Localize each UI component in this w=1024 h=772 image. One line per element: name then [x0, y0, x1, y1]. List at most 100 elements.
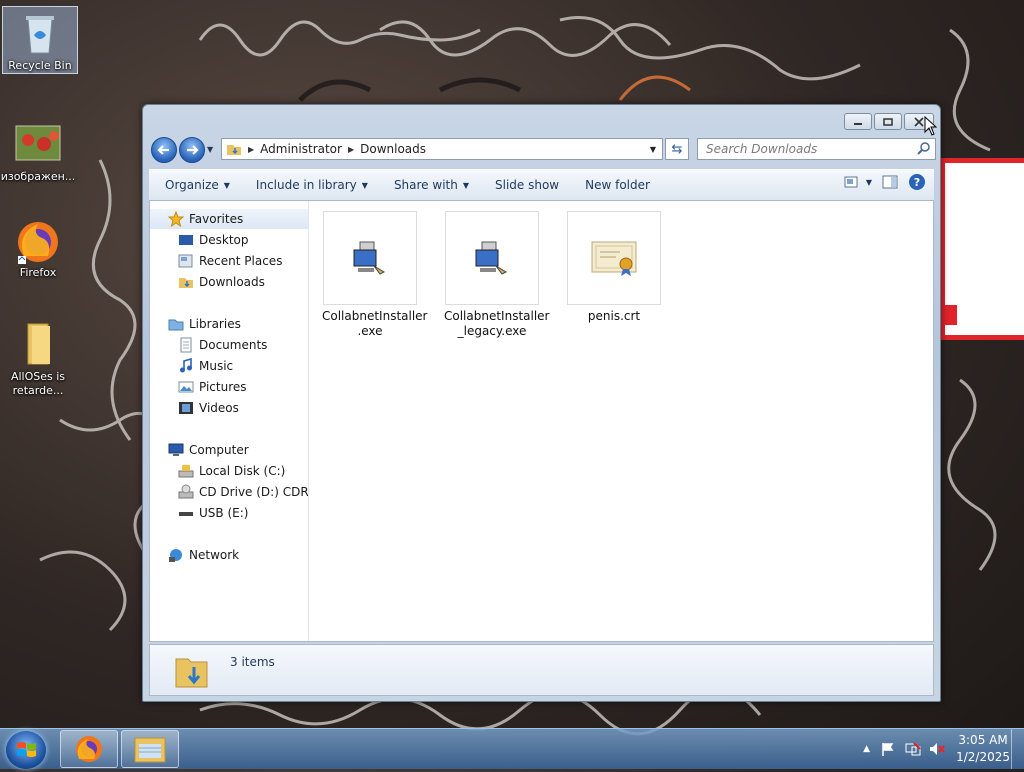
- maximize-icon: [883, 117, 893, 126]
- desktop-icon-image[interactable]: изображен...: [0, 116, 76, 184]
- network-tray-icon[interactable]: [904, 741, 922, 757]
- nav-cd-drive[interactable]: CD Drive (D:) CDROM: [150, 482, 308, 502]
- start-button[interactable]: [6, 731, 46, 769]
- nav-libraries[interactable]: Libraries: [150, 314, 241, 334]
- desktop-icon-label: Firefox: [19, 266, 57, 279]
- nav-libraries-label: Libraries: [189, 317, 241, 331]
- include-in-library-menu[interactable]: Include in library ▼: [246, 173, 378, 197]
- nav-recent-places[interactable]: Recent Places: [150, 251, 282, 271]
- nav-videos[interactable]: Videos: [150, 398, 239, 418]
- breadcrumb-administrator[interactable]: Administrator: [260, 142, 342, 156]
- nav-music-label: Music: [199, 359, 234, 373]
- close-icon: [914, 116, 924, 127]
- nav-computer[interactable]: Computer: [150, 440, 249, 460]
- nav-documents-label: Documents: [199, 338, 268, 352]
- nav-documents[interactable]: Documents: [150, 335, 267, 355]
- volume-muted-icon[interactable]: [928, 741, 946, 757]
- star-icon: [168, 211, 184, 227]
- recent-places-icon: [178, 254, 193, 268]
- chevron-down-icon: ▼: [462, 180, 469, 190]
- nav-desktop[interactable]: Desktop: [150, 230, 249, 250]
- nav-pictures[interactable]: Pictures: [150, 377, 247, 397]
- file-name-ext: .exe: [357, 324, 383, 338]
- organize-menu[interactable]: Organize ▼: [155, 173, 240, 197]
- desktop-icon-firefox[interactable]: Firefox: [0, 212, 76, 280]
- minimize-button[interactable]: [844, 113, 872, 130]
- taskbar-firefox[interactable]: [60, 730, 118, 768]
- action-center-flag-icon[interactable]: [880, 741, 896, 757]
- recycle-bin-icon: [26, 16, 54, 54]
- breadcrumb-separator[interactable]: ▶: [248, 145, 254, 154]
- installer-computer-icon: [353, 241, 386, 275]
- explorer-folder-icon: [134, 737, 166, 763]
- certificate-icon: [591, 241, 637, 276]
- nav-recent-places-label: Recent Places: [199, 254, 283, 268]
- installer-computer-icon: [475, 241, 508, 275]
- nav-network[interactable]: Network: [150, 545, 239, 565]
- new-folder-button[interactable]: New folder: [575, 173, 660, 197]
- taskbar-explorer[interactable]: [121, 730, 179, 768]
- libraries-icon: [168, 319, 184, 331]
- back-button[interactable]: [151, 137, 177, 163]
- details-pane: 3 items: [149, 644, 934, 696]
- address-bar[interactable]: ▶ Administrator ▶ Downloads ▼: [221, 138, 663, 160]
- forward-button[interactable]: [179, 137, 205, 163]
- file-thumbnail: [567, 211, 661, 305]
- computer-icon: [168, 443, 184, 456]
- show-hidden-icons-button[interactable]: ▲: [863, 744, 870, 754]
- nav-desktop-label: Desktop: [199, 233, 249, 247]
- minimize-icon: [854, 122, 862, 125]
- nav-computer-label: Computer: [189, 443, 249, 457]
- image-file-icon: [15, 125, 61, 161]
- slide-show-button[interactable]: Slide show: [485, 173, 569, 197]
- navigation-pane[interactable]: Favorites Desktop Recent Places Download…: [150, 201, 309, 641]
- content-area: Favorites Desktop Recent Places Download…: [149, 200, 934, 642]
- music-icon: [180, 358, 192, 373]
- nav-network-label: Network: [189, 548, 240, 562]
- file-name: CollabnetInstaller: [444, 309, 550, 323]
- nav-downloads[interactable]: Downloads: [150, 272, 265, 292]
- recent-pages-dropdown[interactable]: ▼: [207, 145, 213, 154]
- hard-drive-icon: [178, 465, 194, 478]
- new-folder-label: New folder: [585, 178, 650, 192]
- downloads-icon: [179, 278, 193, 288]
- notification-area: ▲ 3:05 AM 1/2/2025: [863, 729, 1024, 769]
- desktop-icon-folder[interactable]: AllOSes is retarde...: [0, 316, 76, 398]
- clock-time: 3:05 AM: [958, 733, 1008, 747]
- file-item[interactable]: CollabnetInstaller .exe: [322, 211, 428, 339]
- change-view-button[interactable]: ▼: [844, 176, 872, 188]
- breadcrumb-downloads[interactable]: Downloads: [360, 142, 426, 156]
- clock[interactable]: 3:05 AM 1/2/2025: [956, 732, 1010, 766]
- share-with-label: Share with: [393, 178, 458, 192]
- address-history-dropdown[interactable]: ▼: [644, 139, 662, 159]
- maximize-button[interactable]: [874, 113, 902, 130]
- share-with-menu[interactable]: Share with ▼: [384, 173, 479, 197]
- nav-music[interactable]: Music: [150, 356, 233, 376]
- file-thumbnail: [445, 211, 539, 305]
- file-item[interactable]: CollabnetInstaller _legacy.exe: [444, 211, 550, 339]
- view-icon: [844, 176, 858, 188]
- desktop-icon-recycle-bin[interactable]: Recycle Bin: [2, 6, 78, 74]
- back-arrow-icon: [157, 145, 169, 155]
- refresh-button[interactable]: ⇆: [665, 138, 689, 160]
- nav-local-disk[interactable]: Local Disk (C:): [150, 461, 285, 481]
- chevron-down-icon[interactable]: ▼: [866, 178, 872, 187]
- search-icon: [917, 142, 930, 155]
- nav-favorites[interactable]: Favorites: [150, 209, 308, 229]
- nav-usb[interactable]: USB (E:): [150, 503, 248, 523]
- desktop-icon: [179, 235, 193, 245]
- downloads-folder-icon: [227, 145, 241, 155]
- search-input[interactable]: Search Downloads: [697, 138, 936, 160]
- pictures-icon: [178, 381, 194, 393]
- item-count: 3 items: [230, 655, 275, 669]
- downloads-folder-icon: [175, 658, 208, 688]
- file-name: CollabnetInstaller: [322, 309, 428, 323]
- slide-show-label: Slide show: [495, 178, 560, 192]
- file-item[interactable]: penis.crt: [566, 211, 662, 324]
- preview-pane-button[interactable]: [882, 175, 898, 189]
- explorer-window[interactable]: ▼ ▶ Administrator ▶ Downloads ▼ ⇆ Search…: [142, 104, 941, 702]
- breadcrumb-separator[interactable]: ▶: [348, 145, 354, 154]
- show-desktop-button[interactable]: [1011, 729, 1024, 769]
- nav-downloads-label: Downloads: [199, 275, 265, 289]
- help-button[interactable]: ?: [908, 173, 926, 191]
